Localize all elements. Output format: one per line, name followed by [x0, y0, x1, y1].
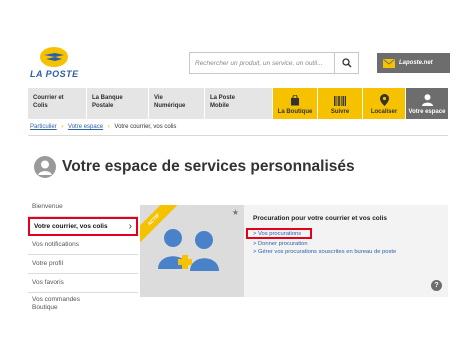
nav-label: La Poste Mobile [210, 95, 236, 109]
panel-title: Procuration pour votre courrier et vos c… [253, 215, 388, 222]
help-icon[interactable]: ? [431, 280, 442, 291]
barcode-icon [334, 96, 346, 106]
divider [28, 135, 448, 136]
chevron-right-icon: › [61, 124, 64, 130]
nav-label: Vie Numérique [154, 95, 186, 109]
search-button[interactable] [334, 53, 358, 73]
breadcrumb-link-particulier[interactable]: Particulier [30, 124, 57, 130]
sidebar-item-profil[interactable]: Votre profil [28, 255, 138, 274]
sidebar-item-label: Vos favoris [32, 279, 64, 286]
chevron-right-icon: › [107, 124, 110, 130]
search-bar [189, 52, 359, 74]
chevron-right-icon: › [128, 220, 132, 232]
webmail-button[interactable]: Laposte.net [377, 53, 450, 73]
breadcrumb-current: Votre courrier, vos colis [114, 124, 177, 130]
sidebar-item-courrier-colis[interactable]: Votre courrier, vos colis › [28, 217, 138, 236]
nav-label: La Boutique [277, 109, 313, 115]
link-gerer-procurations[interactable]: > Gérer vos procurations souscrites en b… [253, 249, 396, 255]
page-title: Votre espace de services personnalisés [62, 158, 355, 175]
nav-boutique[interactable]: La Boutique [273, 88, 318, 119]
nav-label: Suivre [330, 109, 350, 115]
breadcrumb: Particulier › Votre espace › Votre courr… [30, 124, 176, 130]
people-delegation-icon [158, 229, 219, 271]
procuration-panel: Procuration pour votre courrier et vos c… [244, 205, 448, 297]
logo-text: LA POSTE [30, 69, 79, 79]
nav-label: La Banque Postale [92, 95, 123, 109]
sidebar-item-label: Bienvenue [32, 203, 63, 210]
shopping-bag-icon [291, 95, 299, 106]
page-header: Votre espace de services personnalisés [34, 156, 355, 178]
nav-label: Localiser [370, 109, 398, 115]
sidebar-item-commandes-boutique[interactable]: Vos commandes Boutique [28, 293, 138, 315]
envelope-icon [383, 58, 395, 68]
nav-suivre[interactable]: Suivre [318, 88, 363, 119]
service-card[interactable]: ACTIF ★ [140, 205, 244, 297]
sidebar-menu: Bienvenue Votre courrier, vos colis › Vo… [28, 198, 138, 315]
sidebar-item-label: Vos notifications [32, 241, 79, 248]
main-nav: Courrier et Colis La Banque Postale Vie … [28, 88, 448, 119]
sidebar-item-notifications[interactable]: Vos notifications [28, 236, 138, 255]
search-input[interactable] [190, 53, 334, 73]
nav-poste-mobile[interactable]: La Poste Mobile [205, 88, 273, 119]
nav-vie-numerique[interactable]: Vie Numérique [149, 88, 205, 119]
search-icon [341, 58, 351, 68]
avatar [34, 156, 56, 178]
nav-label: Courrier et Colis [33, 95, 64, 109]
link-vos-procurations[interactable]: > Vos procurations [253, 231, 301, 237]
nav-votre-espace[interactable]: Votre espace [406, 88, 448, 119]
sidebar-item-label: Votre profil [32, 260, 64, 267]
la-poste-bird-icon [40, 47, 68, 67]
link-donner-procuration[interactable]: > Donner procuration [253, 241, 308, 247]
nav-courrier-colis[interactable]: Courrier et Colis [28, 88, 87, 119]
user-icon [421, 94, 433, 106]
breadcrumb-link-votre-espace[interactable]: Votre espace [68, 124, 103, 130]
sidebar-item-favoris[interactable]: Vos favoris [28, 274, 138, 293]
sidebar-item-label: Votre courrier, vos colis [34, 222, 108, 230]
sidebar-item-label: Vos commandes Boutique [32, 296, 81, 311]
nav-localiser[interactable]: Localiser [363, 88, 406, 119]
nav-banque-postale[interactable]: La Banque Postale [87, 88, 149, 119]
nav-label: Votre espace [408, 109, 446, 115]
location-pin-icon [379, 94, 389, 106]
webmail-label: Laposte.net [399, 60, 433, 66]
user-icon [38, 160, 52, 175]
sidebar-item-bienvenue[interactable]: Bienvenue [28, 198, 138, 217]
